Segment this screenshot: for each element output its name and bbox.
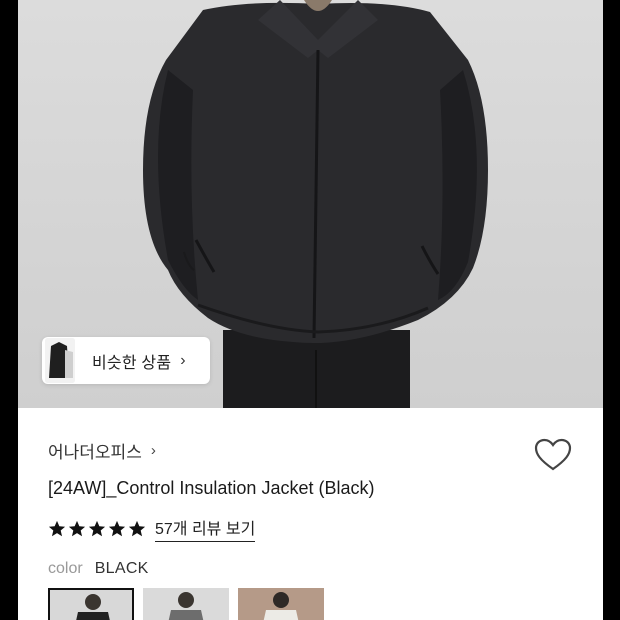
brand-link[interactable]: 어나더오피스 › [48, 438, 156, 463]
product-image[interactable]: 비슷한 상품 › [18, 0, 603, 408]
star-icon [88, 520, 106, 536]
color-swatch-charcoal[interactable] [143, 588, 229, 620]
color-swatch-ivory[interactable] [238, 588, 324, 620]
brand-name: 어나더오피스 [48, 443, 142, 462]
rating-row: 57개 리뷰 보기 [48, 515, 256, 542]
similar-products-label: 비슷한 상품 [92, 354, 172, 372]
star-icon [108, 520, 126, 536]
similar-products-button[interactable]: 비슷한 상품 › [42, 337, 210, 384]
color-swatch-black[interactable] [48, 588, 134, 620]
similar-product-thumbnail [45, 338, 75, 383]
chevron-right-icon: › [180, 351, 186, 369]
color-option-row: color BLACK [48, 560, 149, 578]
star-icon [68, 520, 86, 536]
product-title: [24AW]_Control Insulation Jacket (Black) [48, 478, 375, 498]
reviews-link[interactable]: 57개 리뷰 보기 [155, 515, 256, 542]
star-icon [128, 520, 146, 536]
product-info: 어나더오피스 › [24AW]_Control Insulation Jacke… [18, 408, 603, 620]
heart-outline-icon[interactable] [534, 438, 572, 472]
selected-color-value: BLACK [94, 560, 149, 577]
chevron-right-icon: › [150, 442, 156, 459]
product-detail-screen: 비슷한 상품 › 어나더오피스 › [24AW]_Control Insulat… [18, 0, 603, 620]
color-label: color [48, 560, 83, 577]
color-swatches [48, 588, 333, 620]
star-icon [48, 520, 66, 536]
star-rating [48, 520, 148, 538]
